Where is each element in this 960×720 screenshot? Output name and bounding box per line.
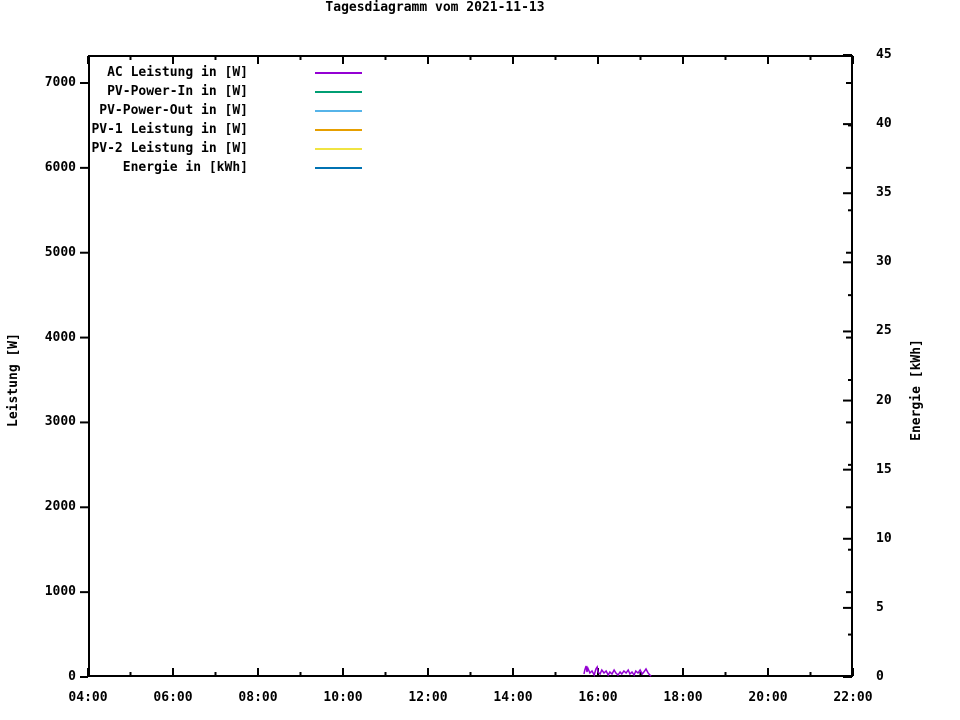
y2-tick-label: 10 — [876, 530, 892, 546]
legend: AC Leistung in [W] PV-Power-In in [W] PV-P… — [88, 63, 418, 177]
x-tick-label: 14:00 — [493, 690, 533, 705]
legend-item: PV-Power-In in [W] — [88, 82, 418, 101]
legend-item-line — [315, 167, 362, 169]
x-tick-label: 18:00 — [663, 690, 703, 705]
x-tick-label: 06:00 — [153, 690, 193, 705]
y1-tick-label: 5000 — [44, 244, 76, 260]
y1-tick-label: 2000 — [44, 499, 76, 515]
legend-item-label: PV-Power-Out in [W] — [99, 103, 248, 118]
legend-item-label: AC Leistung in [W] — [107, 65, 248, 80]
x-tick-label: 04:00 — [68, 690, 108, 705]
y2-tick-label: 25 — [876, 323, 892, 339]
legend-item: PV-Power-Out in [W] — [88, 101, 418, 120]
y1-tick-label: 4000 — [44, 329, 76, 345]
x-tick-label: 20:00 — [748, 690, 788, 705]
x-tick-label: 10:00 — [323, 690, 363, 705]
y2-tick-label: 20 — [876, 392, 892, 408]
legend-item-line — [315, 72, 362, 74]
y1-tick-label: 7000 — [44, 75, 76, 90]
legend-item-line — [315, 110, 362, 112]
y2-tick-label: 0 — [876, 669, 884, 684]
y2-tick-label: 40 — [876, 116, 892, 132]
legend-item-label: PV-Power-In in [W] — [107, 84, 248, 99]
y2-tick-label: 35 — [876, 185, 892, 201]
chart-canvas: Tagesdiagramm vom 2021-11-13 Leistung [W… — [0, 0, 960, 720]
y2-tick-label: 45 — [876, 47, 892, 62]
legend-item-label: PV-2 Leistung in [W] — [91, 141, 248, 156]
x-tick-label: 22:00 — [833, 690, 873, 705]
legend-item-line — [315, 129, 362, 131]
legend-item-label: Energie in [kWh] — [122, 160, 248, 175]
y1-tick-label: 1000 — [44, 584, 76, 600]
chart-title: Tagesdiagramm vom 2021-11-13 — [325, 0, 545, 15]
right-axis-label: Energie [kWh] — [909, 339, 924, 441]
legend-item: PV-1 Leistung in [W] — [88, 120, 418, 139]
y2-tick-label: 5 — [876, 599, 884, 615]
x-tick-label: 16:00 — [578, 690, 618, 705]
legend-item-line — [315, 148, 362, 150]
y1-tick-label: 3000 — [44, 414, 76, 430]
x-tick-label: 12:00 — [408, 690, 448, 705]
y1-tick-label: 6000 — [44, 159, 76, 175]
y2-tick-label: 15 — [876, 461, 892, 477]
legend-item-line — [315, 91, 362, 93]
y2-tick-label: 30 — [876, 254, 892, 270]
y1-tick-label: 0 — [68, 669, 76, 684]
legend-item-label: PV-1 Leistung in [W] — [91, 122, 248, 137]
left-axis-label: Leistung [W] — [6, 333, 21, 427]
x-tick-label: 08:00 — [238, 690, 278, 705]
legend-item: PV-2 Leistung in [W] — [88, 139, 418, 158]
legend-item: AC Leistung in [W] — [88, 63, 418, 82]
legend-item: Energie in [kWh] — [88, 158, 418, 177]
